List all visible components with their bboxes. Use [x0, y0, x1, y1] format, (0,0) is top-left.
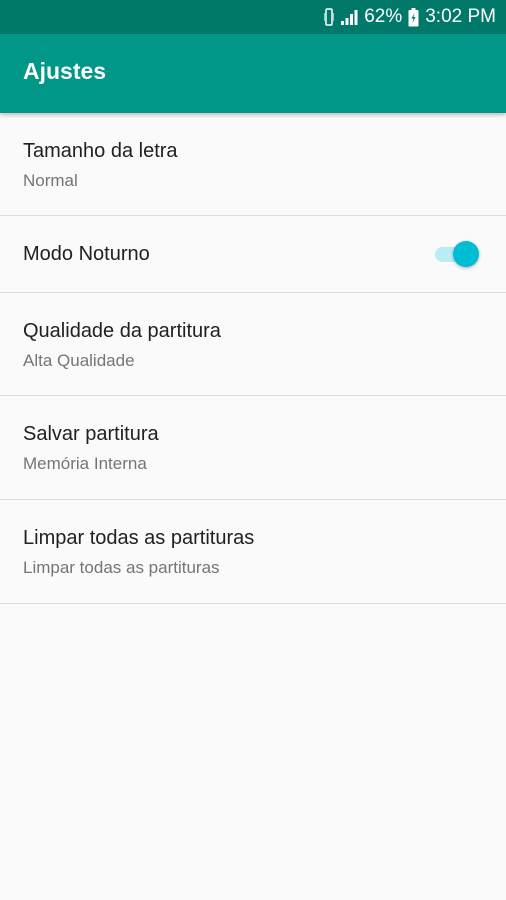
- vibrate-icon: [324, 8, 335, 26]
- setting-clear-scores[interactable]: Limpar todas as partituras Limpar todas …: [0, 500, 506, 604]
- setting-summary: Normal: [23, 171, 78, 190]
- setting-night-mode[interactable]: Modo Noturno: [0, 216, 506, 293]
- toggle-thumb: [453, 241, 479, 267]
- page-title: Ajustes: [23, 58, 107, 84]
- setting-title: Qualidade da partitura: [23, 320, 221, 342]
- setting-summary: Memória Interna: [23, 454, 147, 473]
- setting-title: Modo Noturno: [23, 243, 150, 265]
- settings-list: Tamanho da letra Normal Modo Noturno Qua…: [0, 113, 506, 604]
- night-mode-toggle[interactable]: [433, 239, 479, 269]
- status-icons: 62% 3:02 PM: [324, 0, 496, 34]
- setting-summary: Limpar todas as partituras: [23, 558, 220, 577]
- setting-font-size[interactable]: Tamanho da letra Normal: [0, 113, 506, 216]
- status-time: 3:02 PM: [425, 6, 496, 27]
- status-bar: 62% 3:02 PM: [0, 0, 506, 34]
- signal-icon: [340, 8, 358, 26]
- setting-summary: Alta Qualidade: [23, 351, 135, 370]
- battery-percent: 62%: [364, 6, 403, 27]
- setting-title: Limpar todas as partituras: [23, 527, 255, 549]
- setting-score-quality[interactable]: Qualidade da partitura Alta Qualidade: [0, 293, 506, 396]
- app-bar: Ajustes: [0, 34, 506, 113]
- setting-title: Salvar partitura: [23, 423, 159, 445]
- setting-save-score[interactable]: Salvar partitura Memória Interna: [0, 396, 506, 500]
- setting-title: Tamanho da letra: [23, 140, 178, 162]
- battery-charging-icon: [408, 7, 419, 27]
